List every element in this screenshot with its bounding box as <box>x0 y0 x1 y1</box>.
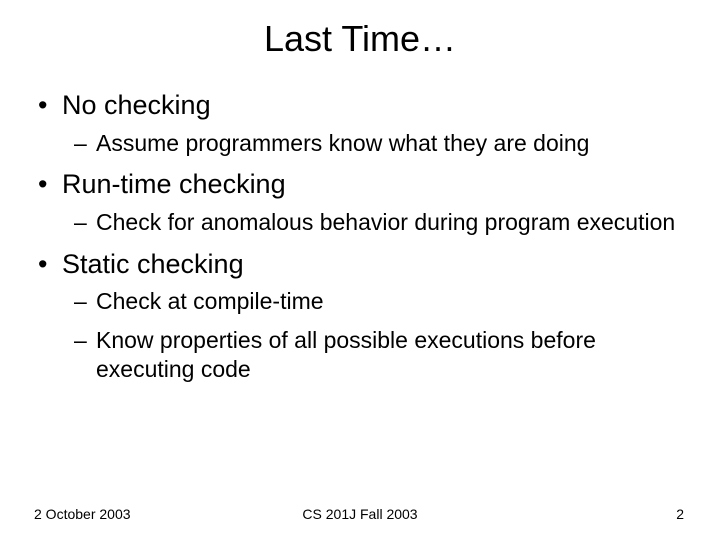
footer-date: 2 October 2003 <box>34 506 131 522</box>
bullet-level-2: Check at compile-time <box>34 287 686 316</box>
bullet-group: Run-time checking Check for anomalous be… <box>34 167 686 236</box>
slide-title: Last Time… <box>0 18 720 60</box>
bullet-group: Static checking Check at compile-time Kn… <box>34 247 686 384</box>
bullet-level-1: Run-time checking <box>34 167 686 202</box>
bullet-level-1: No checking <box>34 88 686 123</box>
slide-footer: 2 October 2003 CS 201J Fall 2003 2 <box>0 506 720 522</box>
slide: Last Time… No checking Assume programmer… <box>0 0 720 540</box>
bullet-group: No checking Assume programmers know what… <box>34 88 686 157</box>
bullet-level-2: Know properties of all possible executio… <box>34 326 686 384</box>
bullet-level-1: Static checking <box>34 247 686 282</box>
footer-page-number: 2 <box>676 506 684 522</box>
slide-content: No checking Assume programmers know what… <box>0 88 720 383</box>
footer-course: CS 201J Fall 2003 <box>302 506 417 522</box>
bullet-level-2: Check for anomalous behavior during prog… <box>34 208 686 237</box>
bullet-level-2: Assume programmers know what they are do… <box>34 129 686 158</box>
